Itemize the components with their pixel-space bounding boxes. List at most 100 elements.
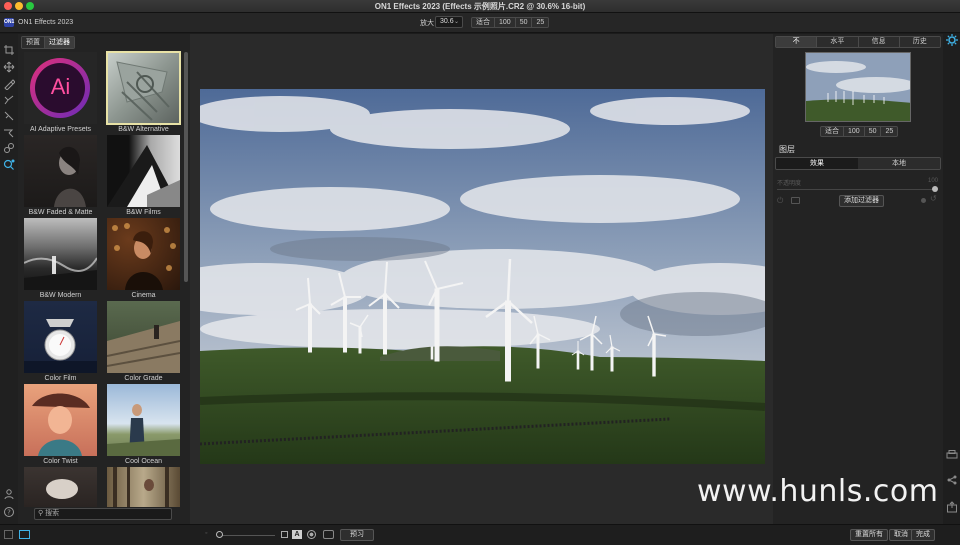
tab-info[interactable]: 信息 — [858, 37, 900, 47]
preset-ai-adaptive[interactable]: Ai AI Adaptive Presets — [24, 52, 97, 133]
brush-icon[interactable] — [3, 78, 16, 91]
preset-bw-modern[interactable]: B&W Modern — [24, 218, 97, 299]
portrait-photo — [54, 146, 86, 207]
module-rail — [943, 34, 960, 524]
zoom-fit-button[interactable]: 适合 — [472, 18, 495, 27]
done-button[interactable]: 完成 — [911, 529, 935, 541]
layers-title: 图层 — [779, 145, 795, 154]
tab-effects[interactable]: 效果 — [776, 158, 858, 169]
settings-gear-icon[interactable] — [946, 34, 958, 46]
opacity-value: 100 — [928, 178, 939, 184]
preset-bw-films[interactable]: B&W Films — [107, 135, 180, 216]
search-placeholder: 搜索 — [45, 510, 60, 517]
tab-filters[interactable]: 过滤器 — [45, 37, 74, 48]
power-icon[interactable]: ⏻ — [777, 196, 787, 206]
move-icon[interactable] — [3, 61, 15, 73]
chevron-down-icon: ⌄ — [453, 19, 459, 25]
preset-cool-ocean[interactable]: Cool Ocean — [107, 384, 180, 465]
tool-rail: ? — [0, 34, 18, 545]
share-icon[interactable] — [946, 475, 958, 485]
window-title: ON1 Effects 2023 (Effects 示例照片.CR2 @ 30.… — [374, 2, 586, 11]
preset-color-twist[interactable]: Color Twist — [24, 384, 97, 465]
preset-label: AI Adaptive Presets — [29, 126, 92, 133]
navigator-preview[interactable] — [805, 52, 911, 122]
tab-levels[interactable]: 水平 — [817, 37, 859, 47]
nav-zoom-50-button[interactable]: 50 — [865, 127, 882, 136]
masking-icon[interactable] — [3, 126, 15, 138]
print-icon[interactable] — [946, 450, 958, 460]
app-logo-icon: ON1 — [4, 18, 15, 27]
preset-label: Cool Ocean — [125, 458, 162, 465]
lighthouse-photo — [24, 256, 97, 290]
view-single-icon[interactable] — [281, 531, 288, 538]
zoom-select[interactable]: 30.6 ⌄ — [435, 16, 463, 28]
reset-icon[interactable]: ↺ — [930, 194, 937, 203]
preset-label: Color Film — [44, 375, 77, 382]
search-icon: ⚲ — [38, 510, 44, 517]
export-icon[interactable] — [946, 501, 958, 513]
camera-icon[interactable] — [323, 530, 334, 539]
presets-panel: 预置 过滤器 Ai AI Adaptive Presets B&W Altern… — [18, 34, 190, 524]
navigator-zoom-group: 适合 100 50 25 — [820, 126, 899, 137]
info-panel: 不 水平 信息 历史 适合 100 50 25 图层 效果 本地 不透明度 10… — [773, 34, 943, 524]
tab-history[interactable]: 历史 — [899, 37, 940, 47]
reset-all-button[interactable]: 重置所有 — [850, 529, 888, 541]
image-canvas[interactable] — [190, 34, 773, 524]
preset-row6-left[interactable] — [24, 467, 97, 507]
panel-toggle-icon[interactable] — [4, 530, 13, 539]
compare-view-toggle[interactable]: A — [292, 530, 302, 539]
user-icon[interactable] — [3, 488, 15, 500]
crop-icon[interactable] — [3, 44, 15, 56]
tab-presets[interactable]: 预置 — [22, 37, 45, 48]
mask-icon[interactable] — [791, 197, 800, 204]
app-name: ON1 Effects 2023 — [18, 19, 74, 26]
preset-label: B&W Faded & Matte — [28, 209, 93, 216]
preset-color-film[interactable]: Color Film — [24, 301, 97, 382]
mask-view-icon[interactable] — [307, 530, 316, 539]
zoom-slider[interactable] — [220, 535, 275, 536]
preview-button[interactable]: 预习 — [340, 529, 374, 541]
stone-wall-photo — [107, 321, 180, 373]
opacity-slider[interactable] — [777, 189, 937, 190]
zoom-50-button[interactable]: 50 — [516, 18, 533, 27]
retouch-icon[interactable] — [3, 142, 15, 154]
preset-row6-right[interactable] — [107, 467, 180, 507]
filter-dot-icon — [921, 198, 926, 203]
wind-turbine-photo — [200, 89, 765, 464]
tab-navigator[interactable]: 不 — [776, 37, 818, 47]
hat-portrait-photo — [32, 393, 90, 456]
preset-bw-alternative[interactable]: B&W Alternative — [106, 51, 181, 133]
help-icon[interactable]: ? — [3, 506, 15, 518]
tab-local[interactable]: 本地 — [858, 158, 940, 169]
column-capital-photo — [116, 61, 170, 121]
nav-zoom-25-button[interactable]: 25 — [881, 127, 897, 136]
paint-icon[interactable] — [3, 110, 15, 122]
preset-search-input[interactable]: ⚲ 搜索 — [34, 508, 172, 520]
opacity-slider-handle[interactable] — [932, 186, 938, 192]
watermark-text: www.hunls.com — [697, 474, 939, 509]
cinema-portrait-photo — [112, 223, 176, 290]
preset-cinema[interactable]: Cinema — [107, 218, 180, 299]
preset-label: B&W Films — [126, 209, 161, 216]
zoom-25-button[interactable]: 25 — [532, 18, 548, 27]
hat-photo — [46, 479, 78, 499]
browser-toggle-icon[interactable] — [19, 530, 30, 539]
preset-label: B&W Modern — [39, 292, 82, 299]
preset-label: B&W Alternative — [118, 126, 169, 133]
top-toolbar: ON1 ON1 Effects 2023 放大 30.6 ⌄ 适合 100 50… — [0, 13, 960, 33]
zoom-icon[interactable] — [3, 159, 15, 171]
add-filter-button[interactable]: 添加过滤器 — [839, 195, 884, 207]
presets-scrollbar[interactable] — [184, 52, 188, 282]
info-tabs: 不 水平 信息 历史 — [775, 36, 941, 48]
nav-zoom-fit-button[interactable]: 适合 — [821, 127, 844, 136]
zoom-slider-handle[interactable] — [216, 531, 223, 538]
title-bar: ON1 Effects 2023 (Effects 示例照片.CR2 @ 30.… — [0, 0, 960, 13]
eraser-icon[interactable] — [3, 94, 15, 106]
cancel-button[interactable]: 取消 — [889, 529, 913, 541]
landscape-image — [200, 89, 765, 464]
zoom-100-button[interactable]: 100 — [495, 18, 516, 27]
nav-zoom-100-button[interactable]: 100 — [844, 127, 865, 136]
preset-color-grade[interactable]: Color Grade — [107, 301, 180, 382]
preset-bw-faded-matte[interactable]: B&W Faded & Matte — [24, 135, 97, 216]
zoom-out-icon[interactable]: ◦ — [205, 530, 207, 537]
